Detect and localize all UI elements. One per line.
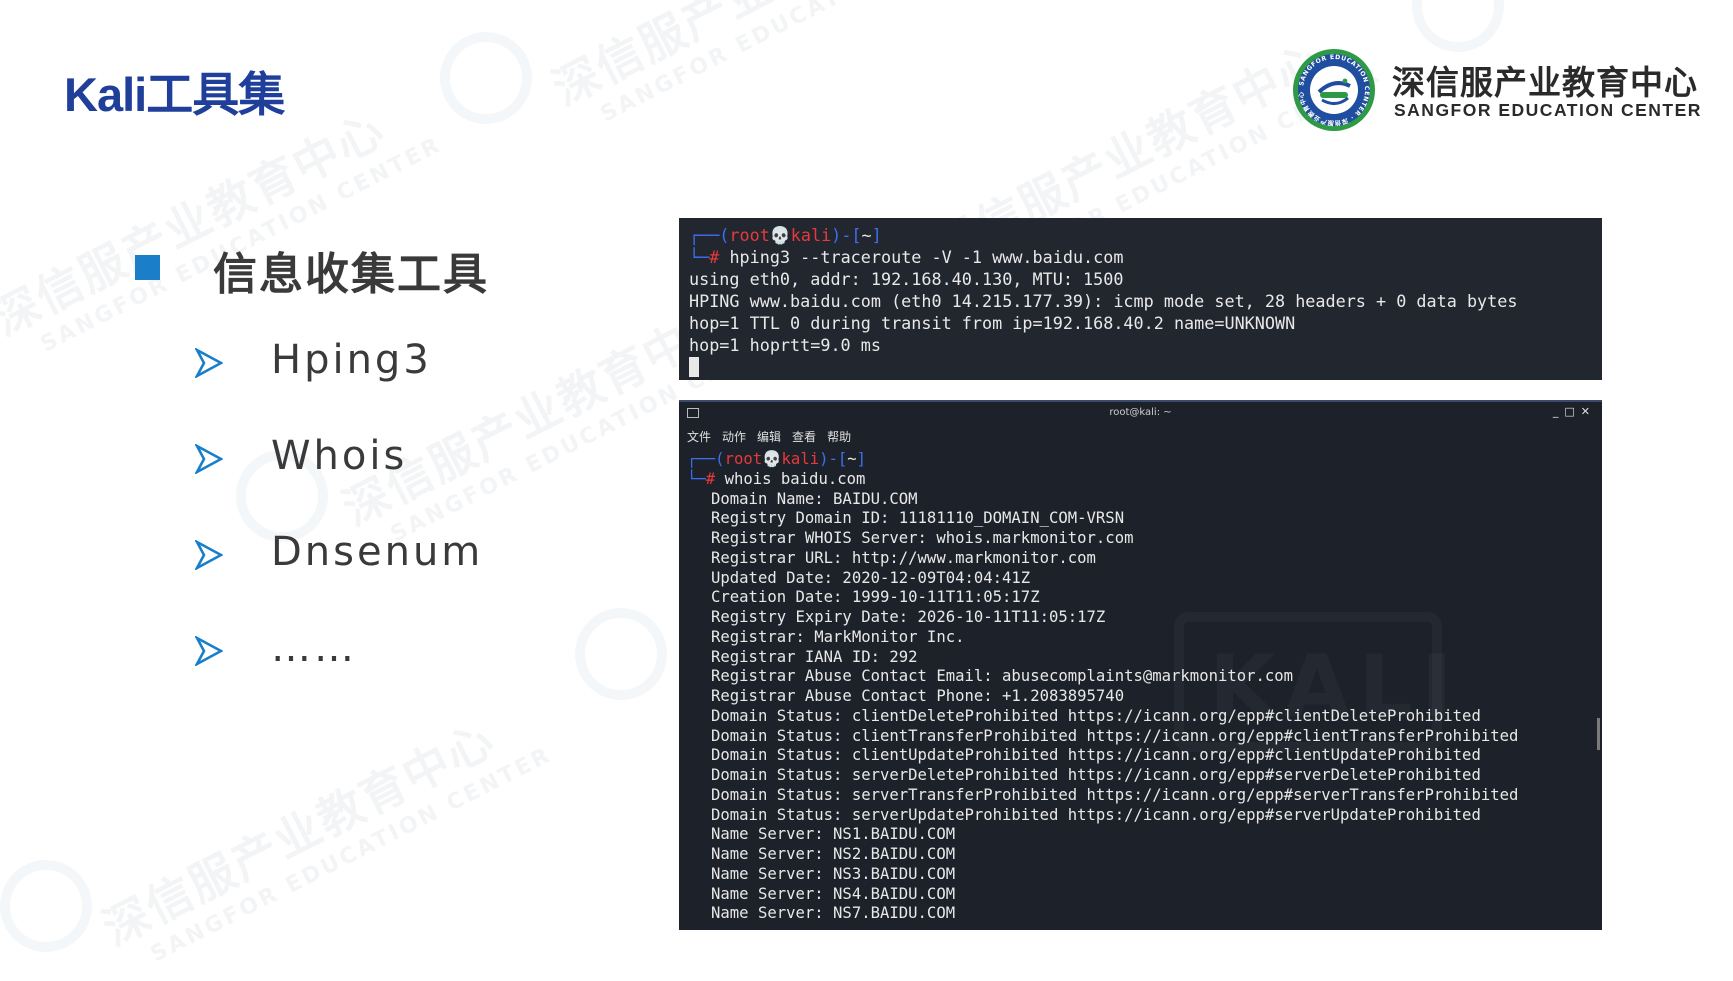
output-line: Domain Status: clientUpdateProhibited ht… <box>711 746 1481 765</box>
arrow-bullet-icon <box>195 636 223 666</box>
output-line: Registrar URL: http://www.markmonitor.co… <box>711 548 1096 567</box>
whois-output-block: Domain Name: BAIDU.COM Registry Domain ID… <box>687 490 1518 925</box>
output-line: Registrar Abuse Contact Phone: +1.208389… <box>711 687 1125 705</box>
tool-label-ellipsis: …… <box>271 625 357 671</box>
window-titlebar[interactable]: root@kali: ~ _□✕ <box>679 402 1602 424</box>
skull-icon: 💀 <box>762 450 782 468</box>
sangfor-emblem-icon: SANGFOR EDUCATION CENTER · 深信服产业教育中心 <box>1293 49 1375 131</box>
command-line: └─# hping3 --traceroute -V -1 www.baidu.… <box>689 247 1124 267</box>
menu-help[interactable]: 帮助 <box>827 430 851 444</box>
output-line: Registrar Abuse Contact Email: abusecomp… <box>711 667 1294 686</box>
prompt-line: ┌──(root💀kali)-[~] <box>689 225 882 245</box>
output-line: Creation Date: 1999-10-11T11:05:17Z <box>711 588 1040 607</box>
output-line: Domain Status: serverTransferProhibited … <box>711 785 1519 804</box>
square-bullet-icon <box>135 255 160 280</box>
output-line: Name Server: NS7.BAIDU.COM <box>711 904 956 923</box>
output-line: hop=1 TTL 0 during transit from ip=192.1… <box>689 313 1296 333</box>
output-line: Name Server: NS4.BAIDU.COM <box>711 884 956 903</box>
output-line: HPING www.baidu.com (eth0 14.215.177.39)… <box>689 291 1518 311</box>
output-line: Registrar WHOIS Server: whois.markmonito… <box>711 529 1134 547</box>
whois-terminal-window: KALI root@kali: ~ _□✕ 文件动作编辑查看帮助 ┌──(roo… <box>679 400 1602 930</box>
logo-name-cn: 深信服产业教育中心 <box>1392 63 1698 102</box>
menu-bar: 文件 动作 编辑 查看 帮助 <box>687 428 862 445</box>
watermark-seal <box>1412 0 1504 52</box>
tool-label-hping3: Hping3 <box>271 337 432 383</box>
window-controls: _□✕ <box>1553 405 1596 418</box>
maximize-icon[interactable]: □ <box>1564 405 1580 418</box>
output-line: Name Server: NS3.BAIDU.COM <box>711 864 956 883</box>
prompt-user: root <box>724 450 763 468</box>
hping-terminal-screenshot: ┌──(root💀kali)-[~] └─# hping3 --tracerout… <box>679 218 1602 380</box>
output-line: Domain Status: clientTransferProhibited … <box>711 726 1519 745</box>
output-line: Updated Date: 2020-12-09T04:04:41Z <box>711 568 1031 587</box>
arrow-bullet-icon <box>195 444 223 474</box>
watermark-seal <box>0 860 92 952</box>
whois-terminal-output: ┌──(root💀kali)-[~] └─# whois baidu.com Dom… <box>687 450 1518 924</box>
output-line: Domain Status: serverUpdateProhibited ht… <box>711 805 1481 824</box>
menu-action[interactable]: 动作 <box>722 430 746 444</box>
tool-label-dnsenum: Dnsenum <box>271 529 484 575</box>
output-line: using eth0, addr: 192.168.40.130, MTU: 1… <box>689 269 1124 289</box>
sangfor-logo: SANGFOR EDUCATION CENTER · 深信服产业教育中心 深信服… <box>1292 48 1704 134</box>
command-line: └─# whois baidu.com <box>687 469 866 488</box>
watermark: 深信服产业教育中心SANGFOR EDUCATION CENTER <box>94 711 557 968</box>
output-line: Name Server: NS2.BAIDU.COM <box>711 845 956 863</box>
prompt-line: ┌──(root💀kali)-[~] <box>687 450 867 468</box>
terminal-cursor <box>689 357 699 377</box>
output-line: hop=1 hoprtt=9.0 ms <box>689 335 881 355</box>
output-line: Domain Status: clientDeleteProhibited ht… <box>711 706 1481 725</box>
prompt-dir: ~ <box>861 225 872 245</box>
page-title: Kali工具集 <box>64 68 285 121</box>
watermark-seal <box>440 32 532 124</box>
window-title: root@kali: ~ <box>1109 407 1172 418</box>
output-line: Registry Expiry Date: 2026-10-11T11:05:1… <box>711 608 1106 626</box>
prompt-host: kali <box>790 225 832 245</box>
output-line: Registry Domain ID: 11181110_DOMAIN_COM-… <box>711 509 1125 528</box>
menu-view[interactable]: 查看 <box>792 430 816 444</box>
watermark-seal <box>575 608 667 700</box>
output-line: Domain Name: BAIDU.COM <box>711 489 918 508</box>
hping-terminal-output: ┌──(root💀kali)-[~] └─# hping3 --tracerout… <box>689 224 1517 378</box>
prompt-user: root <box>729 225 770 245</box>
command-text: hping3 --traceroute -V -1 www.baidu.com <box>729 247 1124 267</box>
output-line: Name Server: NS1.BAIDU.COM <box>711 825 956 844</box>
close-icon[interactable]: ✕ <box>1581 405 1596 418</box>
minimize-icon[interactable]: _ <box>1553 405 1565 418</box>
menu-edit[interactable]: 编辑 <box>757 430 781 444</box>
menu-file[interactable]: 文件 <box>687 430 711 444</box>
tool-label-whois: Whois <box>271 433 408 479</box>
watermark: 深信服产业教育中心SANGFOR EDUCATION CENTER <box>544 0 1007 128</box>
arrow-bullet-icon <box>195 540 223 570</box>
terminal-scrollbar[interactable] <box>1597 718 1600 750</box>
prompt-dir: ~ <box>847 450 857 468</box>
output-line: Domain Status: serverDeleteProhibited ht… <box>711 766 1481 784</box>
section-title: 信息收集工具 <box>213 249 489 300</box>
prompt-host: kali <box>781 450 820 468</box>
skull-icon: 💀 <box>769 225 791 245</box>
arrow-bullet-icon <box>195 348 223 378</box>
output-line: Registrar IANA ID: 292 <box>711 647 918 666</box>
output-line: Registrar: MarkMonitor Inc. <box>711 627 965 646</box>
logo-name-en: SANGFOR EDUCATION CENTER <box>1394 100 1702 120</box>
command-text: whois baidu.com <box>724 469 866 488</box>
